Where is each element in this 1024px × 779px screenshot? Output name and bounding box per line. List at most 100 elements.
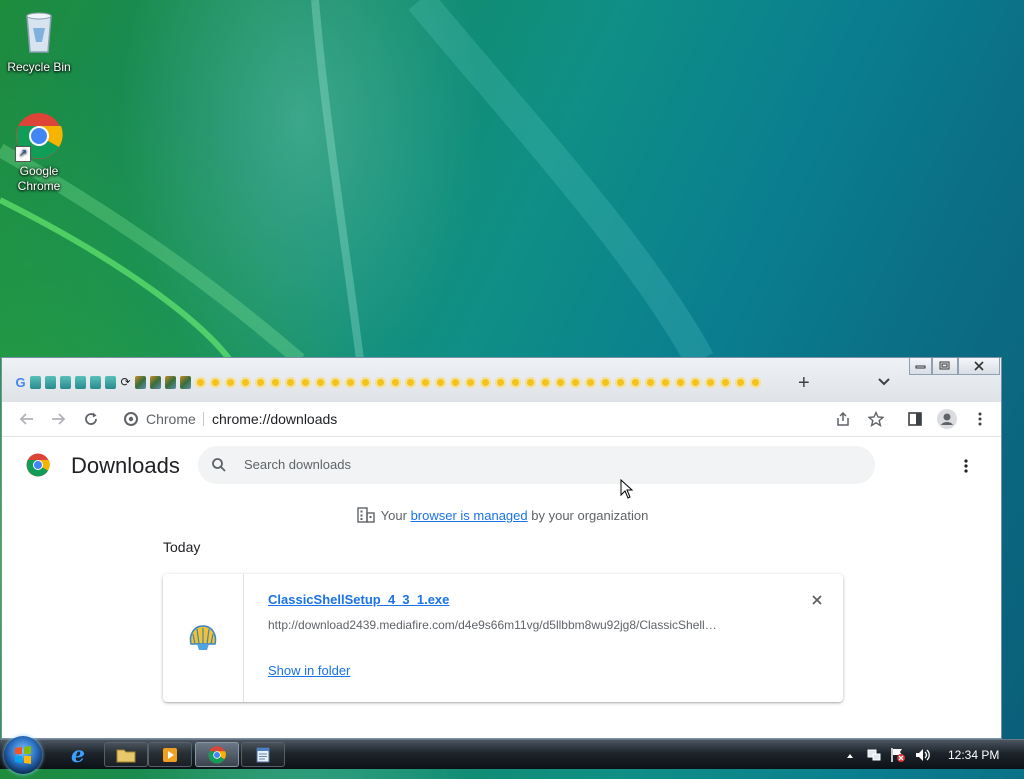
start-button[interactable] [4,736,42,774]
tab-search-button[interactable] [877,374,891,392]
tab-sun[interactable] [298,374,313,390]
close-window-button[interactable] [958,358,1000,375]
sun-icon [210,376,221,388]
tab-sun[interactable] [538,374,553,390]
tab-sun[interactable] [238,374,253,390]
network-icon[interactable] [866,747,882,768]
tab-sun[interactable] [658,374,673,390]
tab-sun[interactable] [433,374,448,390]
address-separator [203,412,204,426]
page-menu-icon[interactable] [964,459,968,478]
tab-sun[interactable] [463,374,478,390]
tab-sun[interactable] [613,374,628,390]
tab-sun[interactable] [718,374,733,390]
tab-tablet[interactable] [88,374,103,390]
tab-google[interactable]: G [13,374,28,390]
search-downloads-box[interactable] [198,446,875,484]
bookmark-star-icon[interactable] [866,410,886,428]
desktop-icon-google-chrome[interactable]: ↗ Google Chrome [1,112,77,194]
taskbar-notepad[interactable] [241,742,285,767]
tab-sun[interactable] [268,374,283,390]
tab-photo[interactable] [178,374,193,390]
tab-sun[interactable] [568,374,583,390]
sun-icon [255,376,266,388]
chrome-window: G ⟳ + Chrome chrome://downloads Download… [1,357,1002,739]
share-icon[interactable] [835,411,851,432]
tab-sun[interactable] [223,374,238,390]
system-clock[interactable]: 12:34 PM [948,748,999,762]
tab-sun[interactable] [493,374,508,390]
browser-managed-link[interactable]: browser is managed [411,508,528,523]
sun-icon [465,376,476,388]
tab-sun[interactable] [643,374,658,390]
download-filename-link[interactable]: ClassicShellSetup_4_3_1.exe [268,592,449,607]
tab-sun[interactable] [673,374,688,390]
tab-sun[interactable] [553,374,568,390]
tab-tablet[interactable] [43,374,58,390]
tab-sun[interactable] [358,374,373,390]
new-tab-button[interactable]: + [798,372,810,395]
browser-menu-icon[interactable] [970,410,990,428]
forward-button[interactable] [49,410,69,428]
tab-sun[interactable] [478,374,493,390]
tab-sun[interactable] [388,374,403,390]
url-text[interactable]: chrome://downloads [212,411,337,427]
address-bar[interactable]: Chrome chrome://downloads [114,406,866,432]
volume-icon[interactable] [914,747,932,768]
tab-sun[interactable] [283,374,298,390]
tab-sun[interactable] [748,374,763,390]
tab-photo[interactable] [148,374,163,390]
profile-avatar-icon[interactable] [937,409,957,429]
tablet-icon [90,375,101,389]
show-in-folder-link[interactable]: Show in folder [268,663,350,678]
desktop-icon-recycle-bin[interactable]: Recycle Bin [1,8,77,75]
refresh-icon: ⟳ [120,375,131,389]
tab-refresh[interactable]: ⟳ [118,374,133,390]
back-button[interactable] [16,410,36,428]
tab-sun[interactable] [703,374,718,390]
tab-sun[interactable] [208,374,223,390]
maximize-button[interactable] [932,358,958,375]
downloads-page: Downloads Your browser is managed by you… [2,437,1001,738]
tab-sun[interactable] [193,374,208,390]
sun-icon [630,376,641,388]
tab-sun[interactable] [448,374,463,390]
taskbar-internet-explorer[interactable]: e [56,742,100,768]
chrome-icon: ↗ [15,112,63,162]
sun-icon [405,376,416,388]
reload-button[interactable] [81,410,101,428]
mouse-cursor-icon [620,479,634,499]
tab-tablet[interactable] [58,374,73,390]
tab-photo[interactable] [133,374,148,390]
tab-sun[interactable] [328,374,343,390]
side-panel-icon[interactable] [905,410,925,428]
action-center-flag-icon[interactable] [890,747,906,768]
tab-sun[interactable] [313,374,328,390]
tab-photo[interactable] [163,374,178,390]
minimize-button[interactable] [909,358,932,375]
tab-tablet[interactable] [28,374,43,390]
tab-sun[interactable] [583,374,598,390]
tab-sun[interactable] [418,374,433,390]
taskbar-file-explorer[interactable] [104,742,148,767]
remove-download-button[interactable] [808,591,826,609]
tab-sun[interactable] [628,374,643,390]
tab-sun[interactable] [598,374,613,390]
search-input[interactable] [242,456,846,473]
tab-sun[interactable] [733,374,748,390]
page-title: Downloads [71,453,180,478]
tab-sun[interactable] [688,374,703,390]
sun-icon [495,376,506,388]
taskbar-media-player[interactable] [148,742,192,767]
tab-sun[interactable] [373,374,388,390]
tab-sun[interactable] [523,374,538,390]
tab-tablet[interactable] [73,374,88,390]
show-hidden-icons-button[interactable] [846,747,854,765]
sun-icon [195,376,206,388]
tab-sun[interactable] [253,374,268,390]
taskbar-chrome[interactable] [195,742,239,767]
tab-sun[interactable] [403,374,418,390]
tab-sun[interactable] [343,374,358,390]
tab-tablet[interactable] [103,374,118,390]
tab-sun[interactable] [508,374,523,390]
